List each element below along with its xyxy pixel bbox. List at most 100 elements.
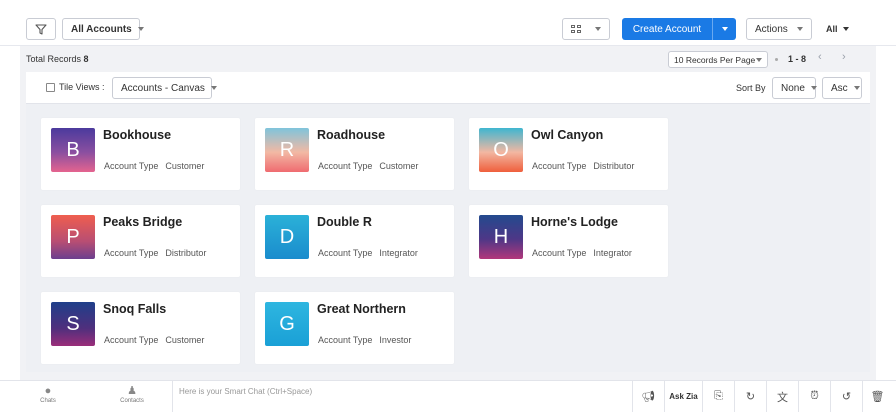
account-name[interactable]: Roadhouse	[317, 128, 385, 142]
account-type-label: Account Type	[318, 161, 373, 171]
records-per-page-dropdown[interactable]: 10 Records Per Page	[668, 51, 768, 68]
account-type-value: Distributor	[593, 161, 635, 171]
account-type-row: Account Type Customer	[104, 335, 204, 345]
tile-views-checkbox[interactable]	[46, 82, 55, 92]
previous-page-icon[interactable]: ‹	[818, 51, 822, 63]
account-type-value: Investor	[379, 335, 412, 345]
account-name[interactable]: Snoq Falls	[103, 302, 166, 316]
canvas-view-dropdown[interactable]: Accounts - Canvas	[112, 77, 217, 99]
account-avatar: G	[265, 302, 309, 346]
account-name[interactable]: Double R	[317, 215, 372, 229]
account-name[interactable]: Horne's Lodge	[531, 215, 618, 229]
account-type-label: Account Type	[104, 335, 159, 345]
account-type-label: Account Type	[104, 161, 159, 171]
account-type-row: Account Type Customer	[104, 161, 204, 171]
next-page-icon[interactable]: ›	[842, 51, 846, 63]
account-avatar: P	[51, 215, 95, 259]
chats-label: Chats	[40, 398, 56, 404]
account-filter-dropdown[interactable]: All Accounts	[62, 18, 144, 40]
actions-dropdown[interactable]: Actions	[746, 18, 812, 40]
chevron-down-icon	[853, 86, 860, 90]
recent-icon: ↻	[745, 391, 756, 403]
account-card[interactable]: B Bookhouse Account Type Customer	[40, 117, 241, 191]
chats-button[interactable]: ● Chats	[28, 385, 68, 404]
grid-view-icon	[571, 25, 581, 33]
account-avatar: O	[479, 128, 523, 172]
account-type-row: Account Type Integrator	[532, 248, 632, 258]
translate-icon: 文	[777, 391, 788, 404]
account-type-value: Integrator	[379, 248, 418, 258]
account-name[interactable]: Great Northern	[317, 302, 406, 316]
account-type-label: Account Type	[318, 248, 373, 258]
account-type-label: Account Type	[532, 161, 587, 171]
smart-chat-input[interactable]: Here is your Smart Chat (Ctrl+Space)	[172, 381, 632, 412]
canvas-panel: Tile Views : Accounts - Canvas Sort By N…	[26, 72, 870, 372]
account-avatar: S	[51, 302, 95, 346]
filter-button[interactable]	[26, 18, 56, 40]
account-filter-label: All Accounts	[71, 23, 132, 35]
notes-button[interactable]: ⎘	[702, 381, 734, 412]
content-area: Total Records 8 10 Records Per Page 1 - …	[20, 46, 876, 380]
account-card[interactable]: P Peaks Bridge Account Type Distributor	[40, 204, 241, 278]
account-card[interactable]: H Horne's Lodge Account Type Integrator	[468, 204, 669, 278]
sort-by-label: Sort By	[736, 83, 766, 93]
translate-button[interactable]: 文	[766, 381, 798, 412]
account-type-row: Account Type Distributor	[532, 161, 634, 171]
account-type-label: Account Type	[532, 248, 587, 258]
account-avatar: R	[265, 128, 309, 172]
account-avatar: D	[265, 215, 309, 259]
total-records-label: Total Records	[26, 54, 82, 64]
bottom-bar: ● Chats ♟ Contacts Here is your Smart Ch…	[0, 380, 896, 412]
records-per-page-label: 10 Records Per Page	[674, 54, 756, 65]
filter-icon	[35, 23, 47, 35]
account-type-label: Account Type	[318, 335, 373, 345]
account-type-row: Account Type Customer	[318, 161, 418, 171]
sort-field-label: None	[781, 82, 805, 94]
history-icon: ↺	[841, 391, 852, 403]
trash-button[interactable]: 🗑︎	[862, 381, 892, 412]
megaphone-icon: 📢︎	[641, 391, 656, 403]
sort-field-dropdown[interactable]: None	[772, 77, 817, 99]
actions-label: Actions	[755, 23, 788, 35]
account-type-value: Integrator	[593, 248, 632, 258]
alarm-clock-icon: ⏰︎	[810, 390, 819, 402]
account-card[interactable]: O Owl Canyon Account Type Distributor	[468, 117, 669, 191]
all-dropdown[interactable]: All	[826, 24, 849, 34]
create-account-button[interactable]: Create Account	[622, 18, 736, 40]
account-type-value: Customer	[379, 161, 419, 171]
note-icon: ⎘	[714, 390, 723, 402]
account-card[interactable]: D Double R Account Type Integrator	[254, 204, 455, 278]
account-type-row: Account Type Distributor	[104, 248, 206, 258]
account-type-value: Customer	[165, 335, 205, 345]
tile-views-label: Tile Views :	[59, 82, 105, 92]
contacts-button[interactable]: ♟ Contacts	[112, 385, 152, 404]
view-switcher-dropdown[interactable]	[562, 18, 610, 40]
chevron-down-icon	[721, 27, 728, 31]
account-card[interactable]: G Great Northern Account Type Investor	[254, 291, 455, 365]
account-name[interactable]: Peaks Bridge	[103, 215, 182, 229]
create-options-toggle[interactable]	[712, 18, 736, 40]
reminder-button[interactable]: ⏰︎	[798, 381, 830, 412]
announcement-button[interactable]: 📢︎	[632, 381, 664, 412]
account-card[interactable]: R Roadhouse Account Type Customer	[254, 117, 455, 191]
chevron-down-icon	[810, 86, 817, 90]
chevron-down-icon	[842, 27, 849, 31]
account-type-value: Customer	[165, 161, 205, 171]
total-records: Total Records 8	[26, 54, 89, 64]
recent-items-button[interactable]: ↻	[734, 381, 766, 412]
page: All Accounts Create Account Actions All …	[0, 0, 896, 412]
account-card[interactable]: S Snoq Falls Account Type Customer	[40, 291, 241, 365]
sort-order-dropdown[interactable]: Asc	[822, 77, 862, 99]
account-name[interactable]: Bookhouse	[103, 128, 171, 142]
sort-order-label: Asc	[831, 82, 848, 94]
tile-views-toggle[interactable]: Tile Views :	[46, 82, 105, 92]
account-name[interactable]: Owl Canyon	[531, 128, 603, 142]
page-range: 1 - 8	[788, 54, 807, 64]
top-toolbar: All Accounts Create Account Actions All	[0, 0, 896, 46]
history-button[interactable]: ↺	[830, 381, 862, 412]
tile-view-bar: Tile Views : Accounts - Canvas Sort By N…	[26, 72, 870, 104]
chevron-down-icon	[595, 27, 601, 31]
chevron-down-icon	[797, 27, 803, 31]
all-label: All	[826, 24, 838, 34]
ask-zia-button[interactable]: Ask Zia	[664, 381, 702, 412]
